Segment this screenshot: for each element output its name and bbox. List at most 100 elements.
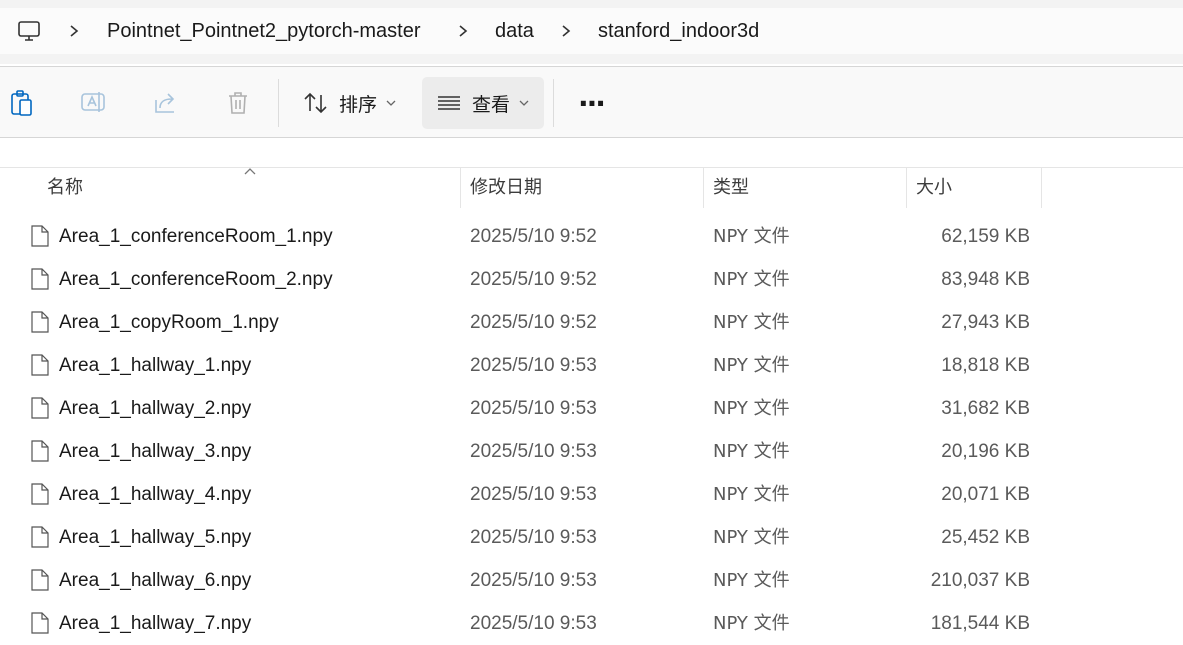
column-date[interactable]: 修改日期 xyxy=(470,168,542,208)
file-name: Area_1_hallway_6.npy xyxy=(59,570,252,591)
file-size: 20,196 KB xyxy=(941,441,1030,462)
delete-button[interactable] xyxy=(220,77,256,129)
rename-button[interactable] xyxy=(76,77,112,129)
toolbar-separator xyxy=(553,79,554,127)
file-size: 83,948 KB xyxy=(941,269,1030,290)
file-date: 2025/5/10 9:52 xyxy=(470,269,597,290)
file-icon xyxy=(31,354,49,376)
column-header: 名称 修改日期 类型 大小 xyxy=(0,168,1183,208)
file-date: 2025/5/10 9:53 xyxy=(470,527,597,548)
file-icon xyxy=(31,612,49,634)
file-icon xyxy=(31,225,49,247)
file-type: NPY 文件 xyxy=(713,527,790,548)
view-label: 查看 xyxy=(471,93,510,116)
column-type[interactable]: 类型 xyxy=(713,168,749,208)
column-separator[interactable] xyxy=(703,168,704,208)
file-icon xyxy=(31,268,49,290)
file-row[interactable]: Area_1_hallway_6.npy 2025/5/10 9:53 NPY … xyxy=(0,559,1183,602)
file-row[interactable]: Area_1_hallway_7.npy 2025/5/10 9:53 NPY … xyxy=(0,602,1183,645)
file-icon xyxy=(31,483,49,505)
computer-icon[interactable] xyxy=(16,18,42,44)
file-icon xyxy=(31,311,49,333)
file-type: NPY 文件 xyxy=(713,613,790,634)
sort-button[interactable]: 排序 xyxy=(296,77,404,129)
share-icon xyxy=(155,93,175,113)
delete-icon xyxy=(229,92,247,114)
file-size: 62,159 KB xyxy=(941,226,1030,247)
file-date: 2025/5/10 9:53 xyxy=(470,613,597,634)
file-row[interactable]: Area_1_hallway_4.npy 2025/5/10 9:53 NPY … xyxy=(0,473,1183,516)
file-name: Area_1_hallway_5.npy xyxy=(59,527,252,548)
column-separator[interactable] xyxy=(460,168,461,208)
file-name: Area_1_hallway_2.npy xyxy=(59,398,252,419)
rename-icon xyxy=(81,92,105,112)
file-type: NPY 文件 xyxy=(713,570,790,591)
file-size: 31,682 KB xyxy=(941,398,1030,419)
more-icon: ··· xyxy=(578,86,606,120)
file-date: 2025/5/10 9:53 xyxy=(470,398,597,419)
file-size: 27,943 KB xyxy=(941,312,1030,333)
file-type: NPY 文件 xyxy=(713,484,790,505)
sort-ascending-icon xyxy=(244,168,256,175)
more-options-button[interactable]: ··· xyxy=(568,77,614,129)
file-name: Area_1_hallway_7.npy xyxy=(59,613,252,634)
breadcrumb-item-current[interactable]: stanford_indoor3d xyxy=(598,8,759,54)
file-row[interactable]: Area_1_hallway_3.npy 2025/5/10 9:53 NPY … xyxy=(0,430,1183,473)
title-area: Pointnet_Pointnet2_pytorch-master data s… xyxy=(0,0,1183,64)
file-name: Area_1_conferenceRoom_1.npy xyxy=(59,226,333,247)
view-button[interactable]: 查看 xyxy=(422,77,544,129)
file-name: Area_1_conferenceRoom_2.npy xyxy=(59,269,333,290)
chevron-right-icon[interactable] xyxy=(66,23,82,39)
file-size: 18,818 KB xyxy=(941,355,1030,376)
file-type: NPY 文件 xyxy=(713,269,790,290)
column-separator[interactable] xyxy=(1041,168,1042,208)
address-bar[interactable]: Pointnet_Pointnet2_pytorch-master data s… xyxy=(0,8,1183,54)
file-type: NPY 文件 xyxy=(713,441,790,462)
chevron-down-icon xyxy=(386,100,396,106)
breadcrumb-item-data[interactable]: data xyxy=(495,8,534,54)
file-size: 210,037 KB xyxy=(930,570,1030,591)
file-name: Area_1_hallway_1.npy xyxy=(59,355,252,376)
file-size: 181,544 KB xyxy=(930,613,1030,634)
file-row[interactable]: Area_1_copyRoom_1.npy 2025/5/10 9:52 NPY… xyxy=(0,301,1183,344)
command-bar: 排序 查看 ··· xyxy=(0,67,1183,137)
file-row[interactable]: Area_1_hallway_1.npy 2025/5/10 9:53 NPY … xyxy=(0,344,1183,387)
file-icon xyxy=(31,397,49,419)
file-date: 2025/5/10 9:53 xyxy=(470,570,597,591)
file-name: Area_1_hallway_4.npy xyxy=(59,484,252,505)
file-icon xyxy=(31,440,49,462)
file-row[interactable]: Area_1_conferenceRoom_1.npy 2025/5/10 9:… xyxy=(0,215,1183,258)
file-date: 2025/5/10 9:52 xyxy=(470,226,597,247)
file-date: 2025/5/10 9:53 xyxy=(470,441,597,462)
paste-icon xyxy=(11,90,32,116)
toolbar-separator xyxy=(278,79,279,127)
file-name: Area_1_hallway_3.npy xyxy=(59,441,252,462)
file-date: 2025/5/10 9:53 xyxy=(470,355,597,376)
file-icon xyxy=(31,569,49,591)
column-size[interactable]: 大小 xyxy=(916,168,952,208)
file-type: NPY 文件 xyxy=(713,312,790,333)
file-size: 25,452 KB xyxy=(941,527,1030,548)
file-size: 20,071 KB xyxy=(941,484,1030,505)
file-row[interactable]: Area_1_hallway_2.npy 2025/5/10 9:53 NPY … xyxy=(0,387,1183,430)
file-type: NPY 文件 xyxy=(713,355,790,376)
chevron-down-icon xyxy=(519,100,529,106)
file-row[interactable]: Area_1_conferenceRoom_2.npy 2025/5/10 9:… xyxy=(0,258,1183,301)
chevron-right-icon[interactable] xyxy=(558,23,574,39)
breadcrumb-item-project[interactable]: Pointnet_Pointnet2_pytorch-master xyxy=(107,8,421,54)
view-icon xyxy=(437,96,460,110)
column-name[interactable]: 名称 xyxy=(47,168,83,208)
file-name: Area_1_copyRoom_1.npy xyxy=(59,312,279,333)
paste-button[interactable] xyxy=(4,77,40,129)
file-type: NPY 文件 xyxy=(713,226,790,247)
sort-label: 排序 xyxy=(338,93,377,116)
file-date: 2025/5/10 9:53 xyxy=(470,484,597,505)
file-date: 2025/5/10 9:52 xyxy=(470,312,597,333)
file-icon xyxy=(31,526,49,548)
file-type: NPY 文件 xyxy=(713,398,790,419)
file-row[interactable]: Area_1_hallway_5.npy 2025/5/10 9:53 NPY … xyxy=(0,516,1183,559)
column-separator[interactable] xyxy=(906,168,907,208)
share-button[interactable] xyxy=(148,77,184,129)
chevron-right-icon[interactable] xyxy=(455,23,471,39)
details-strip xyxy=(0,138,1183,168)
